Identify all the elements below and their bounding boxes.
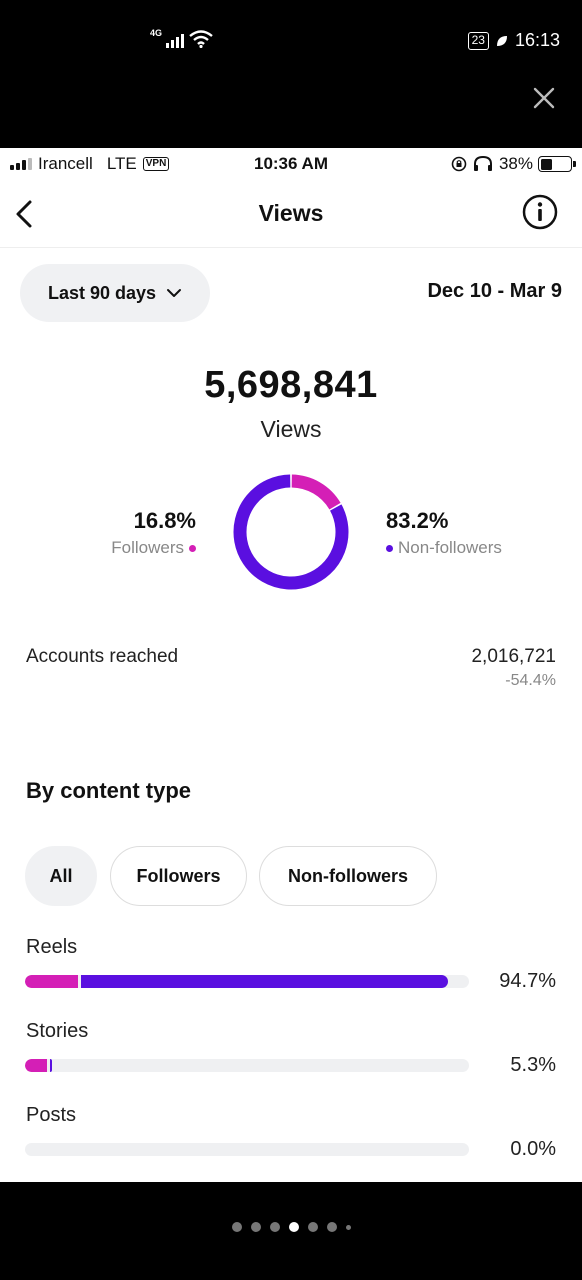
non-followers-dot bbox=[386, 544, 393, 552]
close-icon[interactable] bbox=[532, 86, 556, 110]
stories-percent: 5.3% bbox=[510, 1054, 556, 1076]
posts-percent: 0.0% bbox=[510, 1138, 556, 1160]
non-followers-percent: 83.2% bbox=[386, 508, 449, 533]
posts-bar bbox=[25, 1143, 469, 1156]
non-followers-label: Non-followers bbox=[398, 538, 502, 557]
ios-status-bar: Irancell LTE VPN 10:36 AM 38% bbox=[0, 148, 582, 180]
reels-percent: 94.7% bbox=[499, 970, 556, 992]
stories-label: Stories bbox=[26, 1020, 89, 1042]
page-title: Views bbox=[258, 200, 324, 226]
non-followers-share: 83.2% Non-followers bbox=[386, 508, 502, 558]
outer-signal: 4G bbox=[150, 28, 214, 48]
outer-status-right: 23 16:13 bbox=[467, 30, 560, 51]
page-indicator bbox=[0, 1222, 582, 1232]
stories-followers-segment bbox=[25, 1059, 48, 1072]
insights-screen: Irancell LTE VPN 10:36 AM 38% Views Last… bbox=[0, 148, 582, 1182]
battery-icon bbox=[538, 156, 576, 172]
pager-dot[interactable] bbox=[288, 1222, 299, 1232]
outer-time: 16:13 bbox=[514, 30, 560, 50]
followers-share: 16.8% Followers bbox=[111, 508, 196, 558]
chevron-down-icon bbox=[167, 289, 182, 297]
accounts-reached-value: 2,016,721 bbox=[471, 646, 556, 667]
headphones-icon bbox=[473, 156, 492, 171]
date-range-text: Dec 10 - Mar 9 bbox=[427, 280, 562, 302]
reels-bar bbox=[25, 975, 469, 988]
views-label: Views bbox=[260, 416, 322, 442]
views-total: 5,698,841 bbox=[204, 364, 378, 406]
followers-label: Followers bbox=[111, 538, 184, 557]
pager-dot[interactable] bbox=[269, 1222, 280, 1232]
reels-followers-segment bbox=[25, 975, 79, 988]
pager-dot[interactable] bbox=[326, 1222, 337, 1232]
date-range-label: Last 90 days bbox=[47, 282, 157, 303]
pager-dot[interactable] bbox=[307, 1222, 318, 1232]
outer-battery: 23 bbox=[467, 31, 489, 50]
stories-non-followers-segment bbox=[50, 1059, 52, 1072]
info-icon[interactable] bbox=[522, 194, 558, 230]
date-range-dropdown[interactable]: Last 90 days bbox=[20, 264, 210, 322]
leaf-icon bbox=[496, 35, 507, 46]
outer-status-bar: 4G 23 16:13 bbox=[0, 0, 582, 148]
filter-chip-non-followers[interactable]: Non-followers bbox=[259, 846, 437, 906]
filter-chip-followers[interactable]: Followers bbox=[110, 846, 247, 906]
views-donut-chart bbox=[233, 474, 349, 590]
wifi-icon bbox=[189, 30, 213, 48]
followers-percent: 16.8% bbox=[133, 508, 196, 533]
ios-battery-percent: 38% bbox=[498, 154, 533, 173]
nav-bar: Views bbox=[0, 180, 582, 248]
stories-bar bbox=[25, 1059, 469, 1072]
reels-non-followers-segment bbox=[81, 975, 448, 988]
followers-dot bbox=[189, 544, 196, 552]
reels-label: Reels bbox=[26, 936, 78, 958]
posts-label: Posts bbox=[26, 1104, 77, 1126]
pager-dot[interactable] bbox=[250, 1222, 261, 1232]
section-title: By content type bbox=[26, 778, 192, 803]
accounts-reached-change: -54.4% bbox=[505, 672, 556, 689]
signal-icon bbox=[166, 32, 185, 48]
pager-dot[interactable] bbox=[345, 1224, 351, 1230]
accounts-reached-label: Accounts reached bbox=[26, 646, 179, 667]
orientation-lock-icon bbox=[451, 156, 467, 172]
network-type: 4G bbox=[150, 28, 163, 38]
ios-status-right: 38% bbox=[451, 154, 576, 174]
filter-chip-all[interactable]: All bbox=[25, 846, 97, 906]
donut-followers-arc bbox=[291, 474, 341, 510]
pager-dot[interactable] bbox=[231, 1222, 242, 1232]
